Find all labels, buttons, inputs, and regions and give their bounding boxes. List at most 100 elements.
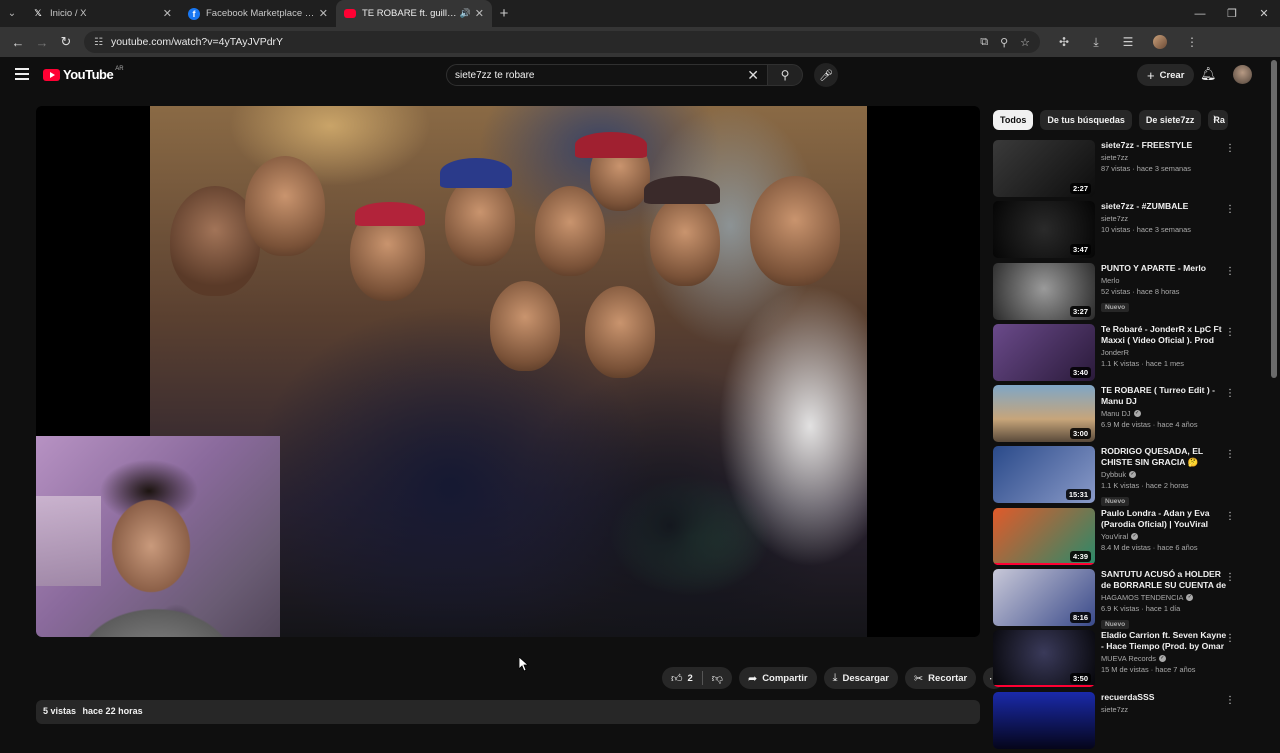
recommendation-item[interactable]: 3:40 Te Robaré - JonderR x LpC Ft Maxxi (… <box>993 323 1243 385</box>
close-tab-icon[interactable]: ✕ <box>319 7 328 20</box>
more-vertical-icon[interactable]: ⋮ <box>1225 633 1235 644</box>
recommendation-item[interactable]: 3:00 TE ROBARE ( Turreo Edit ) - Manu DJ M… <box>993 385 1243 446</box>
clip-button[interactable]: ✂ Recortar <box>904 667 977 689</box>
page-scrollbar[interactable] <box>1271 60 1277 378</box>
recommendation-title[interactable]: Te Robaré - JonderR x LpC Ft Maxxi ( Vid… <box>1101 324 1231 346</box>
channel-name[interactable]: siete7zz <box>1101 153 1128 162</box>
recommendation-title[interactable]: PUNTO Y APARTE - Merlo <box>1101 263 1231 274</box>
recommendation-meta: 87 vistas · hace 3 semanas <box>1101 164 1191 173</box>
address-bar[interactable]: ☷ youtube.com/watch?v=4yTAyJVPdrY ⧉ ⚲ ☆ <box>84 31 1040 53</box>
share-button[interactable]: ➦ Compartir <box>738 667 817 689</box>
recommendation-title[interactable]: TE ROBARE ( Turreo Edit ) - Manu DJ <box>1101 385 1231 407</box>
recommendation-title[interactable]: Eladio Carrion ft. Seven Kayne - Hace Ti… <box>1101 630 1231 652</box>
voice-search-button[interactable]: 🎤︎ <box>814 63 838 87</box>
close-tab-icon[interactable]: ✕ <box>475 7 484 20</box>
video-thumbnail[interactable]: 3:27 <box>993 262 1095 320</box>
tab-x[interactable]: 𝕏 Inicio / X ✕ <box>24 0 180 27</box>
more-vertical-icon[interactable]: ⋮ <box>1225 143 1235 154</box>
close-window-icon[interactable]: ✕ <box>1248 0 1280 27</box>
recommendation-title[interactable]: SANTUTU ACUSÓ a HOLDER de BORRARLE SU CU… <box>1101 569 1231 591</box>
recommendation-item[interactable]: 3:50 Eladio Carrion ft. Seven Kayne - Hac… <box>993 630 1243 691</box>
channel-name[interactable]: JonderR <box>1101 348 1129 357</box>
back-button[interactable]: ← <box>6 30 30 54</box>
channel-name[interactable]: Merlo <box>1101 276 1119 285</box>
channel-name[interactable]: siete7zz <box>1101 214 1128 223</box>
notifications-bell-icon[interactable]: 🔔︎ <box>1200 66 1217 82</box>
video-thumbnail[interactable]: 4:39 <box>993 507 1095 565</box>
recommendation-title[interactable]: RODRIGO QUESADA, EL CHISTE SIN GRACIA 🤔 <box>1101 446 1231 468</box>
install-app-icon[interactable]: ⧉ <box>980 36 988 49</box>
recommendation-item[interactable]: 4:39 Paulo Londra - Adan y Eva (Parodia O… <box>993 507 1243 569</box>
tab-youtube[interactable]: TE ROBARE ft. guill3n - You 🔊 ✕ <box>336 0 492 27</box>
video-thumbnail[interactable] <box>993 691 1095 749</box>
recommendation-title[interactable]: recuerdaSSS <box>1101 692 1231 703</box>
recommendation-title[interactable]: siete7zz - FREESTYLE <box>1101 140 1231 151</box>
download-icon[interactable]: ⤓ <box>1080 35 1112 50</box>
menu-icon[interactable] <box>15 68 29 83</box>
profile-avatar[interactable] <box>1144 35 1176 49</box>
chevron-right-icon[interactable]: › <box>1213 112 1217 124</box>
channel-name[interactable]: YouViral <box>1101 532 1128 541</box>
video-thumbnail[interactable]: 8:16 <box>993 569 1095 627</box>
description-box[interactable]: 5 vistas hace 22 horas <box>36 700 980 724</box>
chip-de-siete7zz[interactable]: De siete7zz <box>1138 110 1202 130</box>
account-avatar[interactable] <box>1233 65 1252 84</box>
search-button[interactable]: ⚲ <box>767 64 803 86</box>
channel-name[interactable]: Dybbuk <box>1101 470 1126 479</box>
chip-de-tus-busquedas[interactable]: De tus búsquedas <box>1040 110 1132 130</box>
tab-facebook[interactable]: f Facebook Marketplace | Facebo ✕ <box>180 0 336 27</box>
recommendation-title[interactable]: siete7zz - #ZUMBALE <box>1101 201 1231 212</box>
recommendation-item[interactable]: 15:31 RODRIGO QUESADA, EL CHISTE SIN GRAC… <box>993 446 1243 507</box>
more-vertical-icon[interactable]: ⋮ <box>1225 266 1235 277</box>
speaker-icon[interactable]: 🔊 <box>460 8 471 19</box>
like-button[interactable]: 👍︎ 2 <box>662 667 702 689</box>
download-button[interactable]: ⤓ Descargar <box>823 667 898 689</box>
video-thumbnail[interactable]: 3:50 <box>993 630 1095 688</box>
chip-truncated[interactable]: Ra <box>1208 110 1229 130</box>
new-badge: Nuevo <box>1101 620 1130 630</box>
recommendation-item[interactable]: 3:47 siete7zz - #ZUMBALE siete7zz 10 vistas… <box>993 201 1243 262</box>
chip-todos[interactable]: Todos <box>993 110 1034 130</box>
bookmark-star-icon[interactable]: ☆ <box>1020 36 1030 49</box>
recommendation-item[interactable]: 8:16 SANTUTU ACUSÓ a HOLDER de BORRARLE S… <box>993 569 1243 630</box>
zoom-icon[interactable]: ⚲ <box>1000 36 1008 49</box>
youtube-logo[interactable]: YouTube AR <box>43 66 124 82</box>
more-vertical-icon[interactable]: ⋮ <box>1225 695 1235 706</box>
site-settings-icon[interactable]: ☷ <box>94 37 103 48</box>
recommendation-title[interactable]: Paulo Londra - Adan y Eva (Parodia Ofici… <box>1101 508 1231 530</box>
video-player[interactable] <box>36 106 980 637</box>
recommendation-item[interactable]: recuerdaSSS siete7zz ⋮ <box>993 691 1243 753</box>
clear-search-icon[interactable]: ✕ <box>747 67 759 84</box>
restore-icon[interactable]: ❐ <box>1216 0 1248 27</box>
video-thumbnail[interactable]: 15:31 <box>993 446 1095 504</box>
extensions-icon[interactable]: ✣ <box>1048 35 1080 49</box>
reading-list-icon[interactable]: ☰ <box>1112 35 1144 49</box>
share-icon: ➦ <box>747 672 758 685</box>
channel-name[interactable]: HAGAMOS TENDENCIA <box>1101 593 1183 602</box>
more-vertical-icon[interactable]: ⋮ <box>1225 388 1235 399</box>
video-thumbnail[interactable]: 3:00 <box>993 385 1095 443</box>
dislike-button[interactable]: 👎︎ <box>703 667 732 689</box>
new-tab-button[interactable]: + <box>492 5 516 22</box>
channel-name[interactable]: MUEVA Records <box>1101 654 1156 663</box>
forward-button[interactable]: → <box>30 30 54 54</box>
recommendation-item[interactable]: 2:27 siete7zz - FREESTYLE siete7zz 87 vista… <box>993 140 1243 201</box>
channel-name[interactable]: siete7zz <box>1101 705 1128 714</box>
create-button[interactable]: + Crear <box>1137 64 1195 86</box>
recommendation-item[interactable]: 3:27 PUNTO Y APARTE - Merlo Merlo 52 vistas… <box>993 262 1243 324</box>
more-vertical-icon[interactable]: ⋮ <box>1225 327 1235 338</box>
video-thumbnail[interactable]: 3:47 <box>993 201 1095 259</box>
tab-search-chevron-icon[interactable]: ⌄ <box>0 0 24 27</box>
more-vertical-icon[interactable]: ⋮ <box>1225 449 1235 460</box>
more-vertical-icon[interactable]: ⋮ <box>1225 572 1235 583</box>
search-input[interactable]: siete7zz te robare ✕ <box>446 64 768 86</box>
reload-button[interactable]: ↻ <box>54 30 78 54</box>
video-thumbnail[interactable]: 3:40 <box>993 323 1095 381</box>
video-thumbnail[interactable]: 2:27 <box>993 140 1095 197</box>
browser-menu-icon[interactable]: ⋮ <box>1176 35 1208 49</box>
more-vertical-icon[interactable]: ⋮ <box>1225 511 1235 522</box>
more-vertical-icon[interactable]: ⋮ <box>1225 204 1235 215</box>
close-tab-icon[interactable]: ✕ <box>163 7 172 20</box>
minimize-icon[interactable]: — <box>1184 0 1216 27</box>
channel-name[interactable]: Manu DJ <box>1101 409 1131 418</box>
